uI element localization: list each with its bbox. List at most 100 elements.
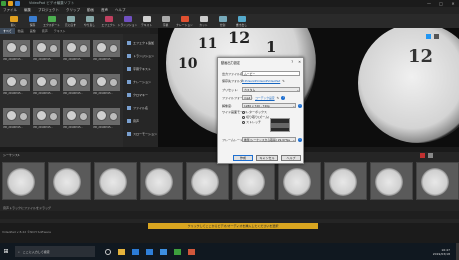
media-thumbnail[interactable]: VID_20190315... xyxy=(93,40,120,62)
effect-item[interactable]: ファイル名 xyxy=(127,103,157,113)
media-thumbnail[interactable]: VID_20190315... xyxy=(93,74,120,96)
dialog-help-button[interactable]: ? xyxy=(291,60,293,64)
menu-clip[interactable]: クリップ xyxy=(66,8,80,13)
media-thumbnail[interactable]: VID_20190315... xyxy=(3,40,30,62)
app-taskbar-icon[interactable] xyxy=(188,248,195,255)
store-icon[interactable] xyxy=(146,248,153,255)
timeline-clip[interactable] xyxy=(94,162,137,200)
minimize-button[interactable]: — xyxy=(423,0,435,7)
media-thumbnail[interactable]: VID_20190315... xyxy=(63,40,90,62)
media-thumbnail[interactable]: VID_20190315... xyxy=(33,40,60,62)
codec-settings-link[interactable]: コーデック設定 xyxy=(255,96,275,100)
effect-item[interactable]: 音声 xyxy=(127,116,157,126)
menu-file[interactable]: ファイル xyxy=(3,8,17,13)
media-thumbnail[interactable]: VID_20190315... xyxy=(93,108,120,130)
media-thumbnail[interactable]: VID_20190315... xyxy=(3,108,30,130)
filename-input[interactable]: ムービー xyxy=(242,71,300,76)
media-thumbnail[interactable]: VID_20190315... xyxy=(3,74,30,96)
effect-item[interactable]: クロマキー xyxy=(127,90,157,100)
quick-save-icon[interactable] xyxy=(8,1,13,6)
toolbar-button[interactable]: やり直し xyxy=(80,14,99,28)
close-button[interactable]: ✕ xyxy=(447,0,459,7)
mail-icon[interactable] xyxy=(160,248,167,255)
edit-pencil-icon[interactable]: ✎ xyxy=(277,96,280,100)
toolbar-button[interactable]: カット xyxy=(194,14,213,28)
effect-item[interactable]: ナレーション xyxy=(127,77,157,87)
row-folder: 保存先フォルダ: C:¥Users¥Videos¥VideoPad ✎ xyxy=(222,79,285,83)
toolbar-button[interactable]: 開く xyxy=(4,14,23,28)
toolbar-button[interactable]: 書き出し xyxy=(232,14,251,28)
help-button[interactable]: ヘルプ xyxy=(281,155,301,161)
timeline-clip[interactable] xyxy=(278,162,321,200)
record-icon[interactable] xyxy=(420,153,425,158)
settings-icon[interactable] xyxy=(434,34,439,39)
info-icon[interactable]: i xyxy=(298,103,302,108)
menu-audio[interactable]: 音声 xyxy=(101,8,108,13)
menu-video[interactable]: 動画 xyxy=(87,8,94,13)
file-explorer-icon[interactable] xyxy=(118,248,125,255)
menu-project[interactable]: プロジェクト xyxy=(38,8,59,13)
audio-track[interactable] xyxy=(0,211,459,219)
timeline-clip[interactable] xyxy=(416,162,459,200)
letterbox-label: レターボックス xyxy=(246,110,267,114)
toolbar-button[interactable]: エクスポート xyxy=(42,14,61,28)
info-icon[interactable]: i xyxy=(298,137,302,142)
fullscreen-icon[interactable] xyxy=(426,34,431,39)
taskbar-search[interactable]: ⌕ ここに入力して検索 xyxy=(15,246,95,257)
timeline-clip[interactable] xyxy=(140,162,183,200)
radio-crop[interactable] xyxy=(242,115,245,119)
timeline-clip[interactable] xyxy=(186,162,229,200)
preset-select[interactable]: カスタム ⌄ xyxy=(242,87,300,92)
videopad-taskbar-icon[interactable] xyxy=(174,248,181,255)
media-thumbnail[interactable]: VID_20190315... xyxy=(63,108,90,130)
toolbar-button[interactable]: トランジション xyxy=(118,14,137,28)
effect-item[interactable]: エフェクト追加 xyxy=(127,38,157,48)
quick-undo-icon[interactable] xyxy=(15,1,20,6)
video-track[interactable] xyxy=(0,159,459,203)
dialog-close-button[interactable]: ✕ xyxy=(298,60,301,64)
info-icon[interactable]: i xyxy=(281,95,286,100)
toolbar-button[interactable]: 元に戻す xyxy=(61,14,80,28)
format-select[interactable]: mp4 xyxy=(242,95,252,100)
thumbnail-caption: VID_20190315... xyxy=(63,58,83,61)
radio-letterbox[interactable] xyxy=(242,110,245,114)
cancel-button[interactable]: キャンセル xyxy=(256,155,278,161)
radio-stretch[interactable] xyxy=(242,120,245,124)
create-button[interactable]: 作成 xyxy=(233,155,253,161)
task-view-icon[interactable] xyxy=(105,248,111,255)
timeline-clip[interactable] xyxy=(324,162,367,200)
zoom-icon[interactable] xyxy=(428,153,433,158)
menu-edit[interactable]: 編集 xyxy=(24,8,31,13)
media-thumbnail[interactable]: VID_20190315... xyxy=(63,74,90,96)
option-letterbox[interactable]: レターボックス xyxy=(242,110,269,114)
media-thumbnail[interactable]: VID_20190315... xyxy=(33,108,60,130)
timeline-clip[interactable] xyxy=(370,162,413,200)
option-crop[interactable]: 切り取り(ズーム) xyxy=(242,115,269,119)
timeline-clip[interactable] xyxy=(2,162,45,200)
timeline-clip[interactable] xyxy=(232,162,275,200)
clip-thumbnail xyxy=(53,168,81,196)
toolbar-button[interactable]: エフェクト xyxy=(99,14,118,28)
toolbar-button[interactable]: 分割 xyxy=(213,14,232,28)
framerate-select[interactable]: 推奨(シーケンスから取得) 29.97fps ⌄ xyxy=(242,137,296,142)
folder-link[interactable]: C:¥Users¥Videos¥VideoPad xyxy=(242,79,280,83)
effect-item[interactable]: トランジション xyxy=(127,51,157,61)
toolbar-label: トランジション xyxy=(117,22,138,27)
windows-start-icon[interactable]: ⊞ xyxy=(0,243,12,260)
menu-help[interactable]: ヘルプ xyxy=(115,8,126,13)
toolbar-button[interactable]: テキスト xyxy=(137,14,156,28)
toolbar-button[interactable]: 保存 xyxy=(23,14,42,28)
effect-item[interactable]: 字幕テキスト xyxy=(127,64,157,74)
timeline-clip[interactable] xyxy=(48,162,91,200)
effect-item[interactable]: スローモーション xyxy=(127,129,157,139)
resolution-select[interactable]: 1280 x 720 - 720p ⌄ xyxy=(242,103,296,108)
edit-pencil-icon[interactable]: ✎ xyxy=(282,79,285,83)
maximize-button[interactable]: □ xyxy=(435,0,447,7)
toolbar-button[interactable]: 字幕 xyxy=(156,14,175,28)
media-thumbnail[interactable]: VID_20190315... xyxy=(33,74,60,96)
edge-icon[interactable] xyxy=(132,248,139,255)
clock[interactable]: 16:47 2019/03/18 xyxy=(433,248,450,256)
option-stretch[interactable]: ストレッチ xyxy=(242,120,269,124)
toolbar-button[interactable]: ナレーション xyxy=(175,14,194,28)
notice-banner[interactable]: クリックしてここからビデオ/オーディオを挿入したくださいを選択 xyxy=(148,223,318,229)
